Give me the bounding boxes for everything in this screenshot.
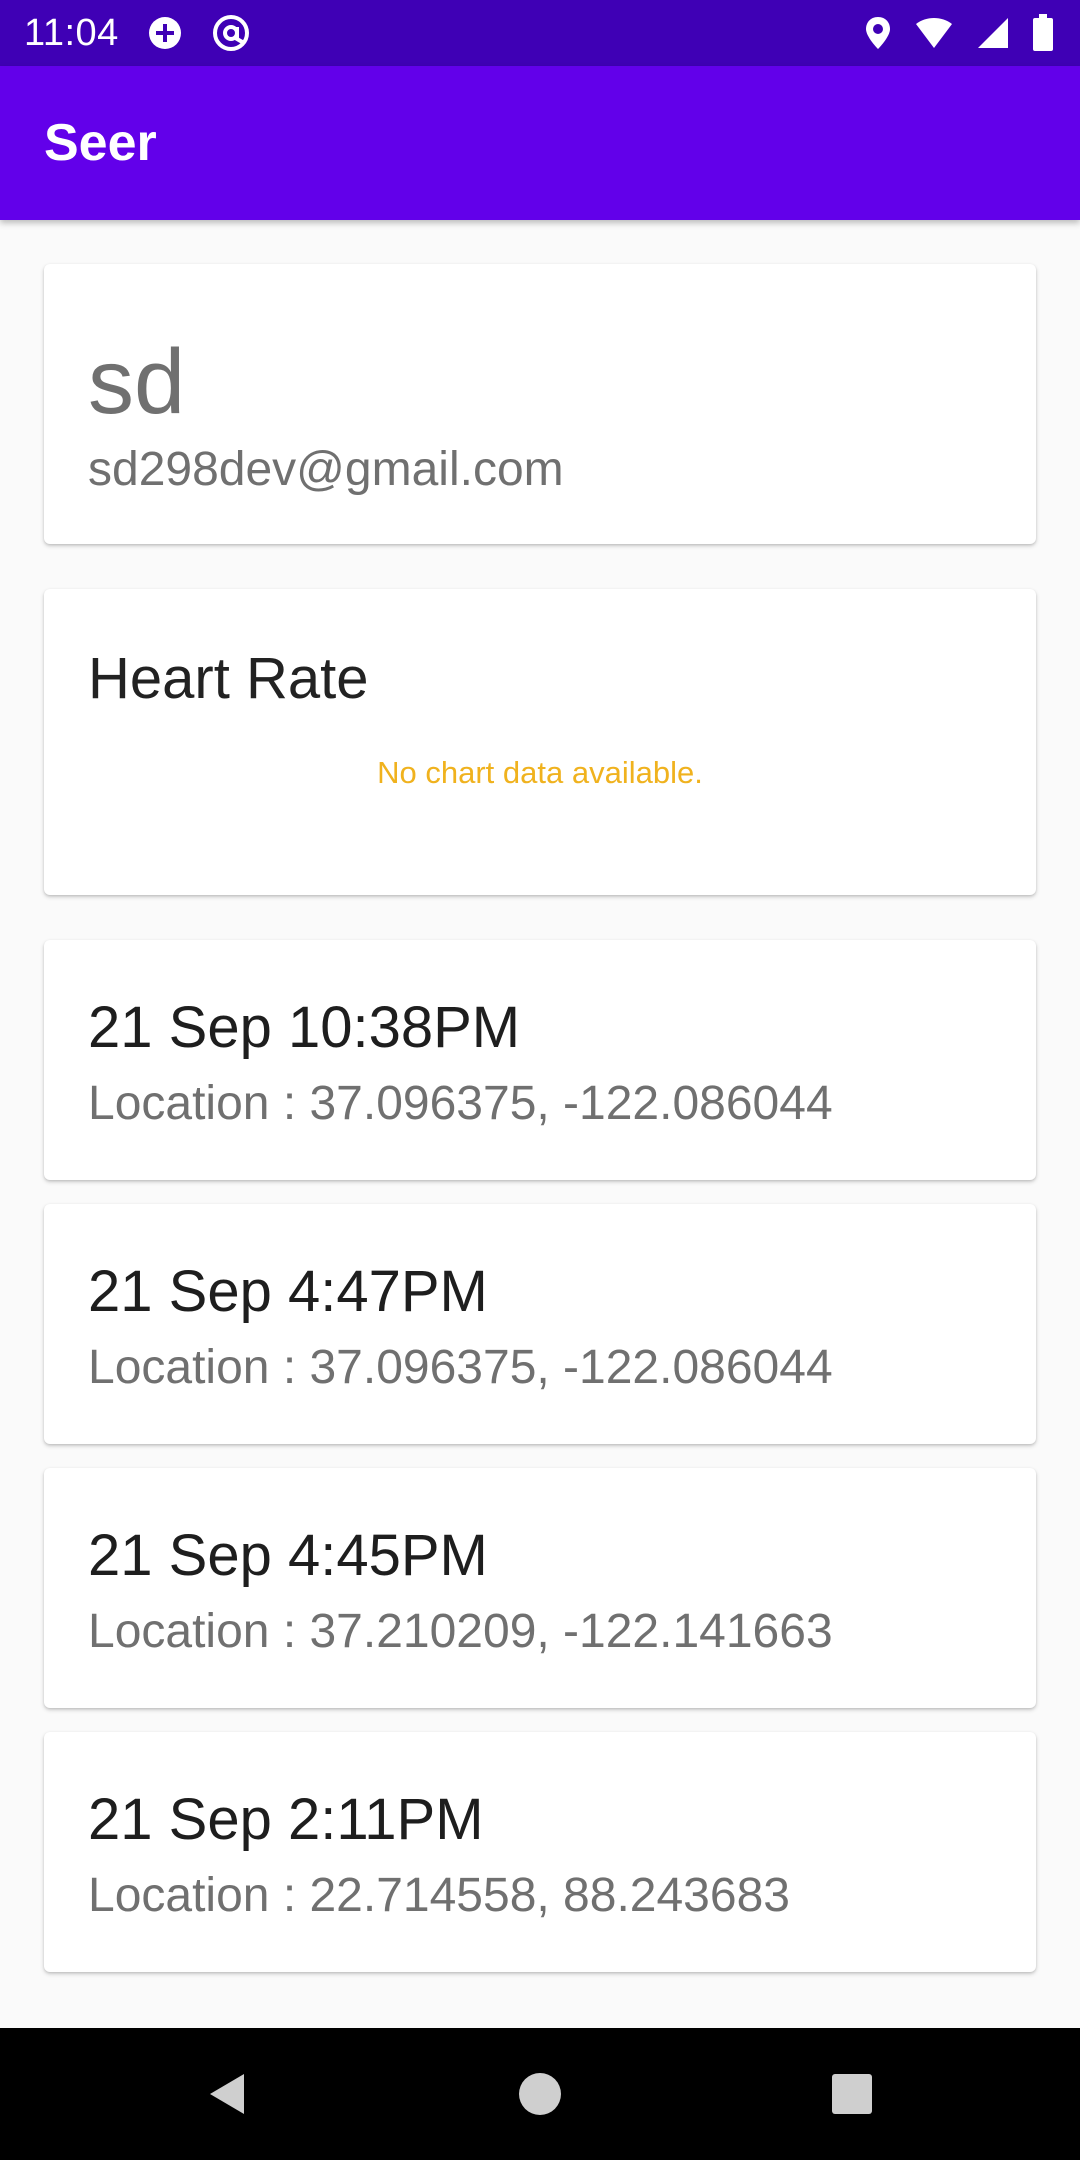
profile-card: sd sd298dev@gmail.com [44,264,1036,544]
heart-rate-title: Heart Rate [88,646,369,711]
status-time: 11:04 [24,11,119,54]
location-entry-card[interactable]: 21 Sep 2:11PM Location : 22.714558, 88.2… [44,1732,1036,1972]
entry-time: 21 Sep 4:45PM [88,1523,488,1588]
add-circle-icon [147,15,183,51]
home-icon[interactable] [516,2070,564,2118]
wifi-icon [914,16,954,50]
at-sign-icon [211,13,251,53]
entry-location: Location : 37.210209, -122.141663 [88,1605,833,1658]
status-bar: 11:04 [0,0,1080,66]
battery-icon [1032,14,1054,52]
entry-time: 21 Sep 2:11PM [88,1787,484,1852]
recents-icon[interactable] [828,2070,876,2118]
back-icon[interactable] [204,2070,252,2118]
navigation-bar [0,2028,1080,2160]
status-right [864,14,1054,52]
entry-time: 21 Sep 4:47PM [88,1259,488,1324]
location-pin-icon [864,15,892,51]
profile-name: sd [88,331,186,433]
entry-location: Location : 22.714558, 88.243683 [88,1869,790,1922]
location-entry-card[interactable]: 21 Sep 10:38PM Location : 37.096375, -12… [44,940,1036,1180]
cell-signal-icon [976,16,1010,50]
app-title: Seer [44,114,157,172]
entry-location: Location : 37.096375, -122.086044 [88,1077,833,1130]
entry-time: 21 Sep 10:38PM [88,995,521,1060]
chart-empty-message: No chart data available. [377,755,703,790]
heart-rate-card: Heart Rate No chart data available. [44,589,1036,895]
status-left: 11:04 [24,12,251,55]
app-bar: Seer [0,66,1080,220]
profile-email: sd298dev@gmail.com [88,443,564,496]
location-entry-card[interactable]: 21 Sep 4:47PM Location : 37.096375, -122… [44,1204,1036,1444]
location-entry-card[interactable]: 21 Sep 4:45PM Location : 37.210209, -122… [44,1468,1036,1708]
entry-location: Location : 37.096375, -122.086044 [88,1341,833,1394]
